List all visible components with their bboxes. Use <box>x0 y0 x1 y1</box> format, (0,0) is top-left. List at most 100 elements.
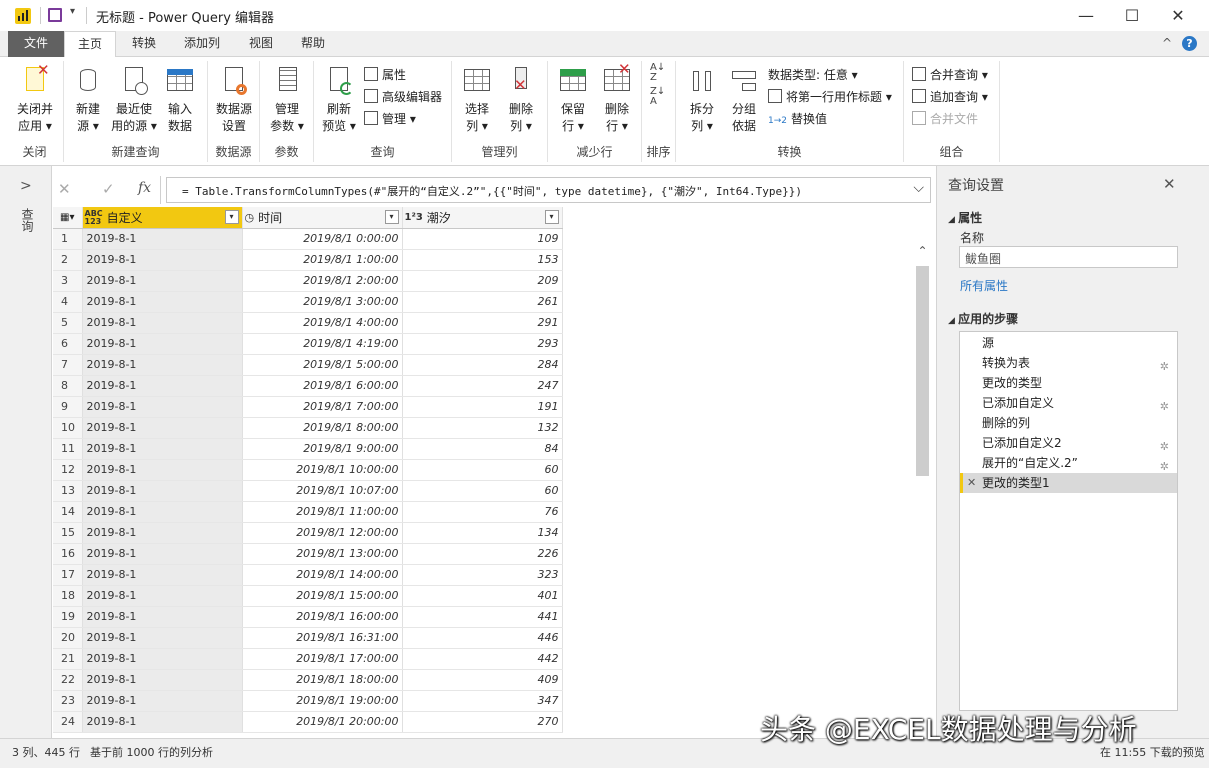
cell-custom[interactable]: 2019-8-1 <box>82 564 243 586</box>
table-row[interactable]: 4 2019-8-1 2019/8/1 3:00:00 261 <box>53 291 563 313</box>
table-row[interactable]: 13 2019-8-1 2019/8/1 10:07:00 60 <box>53 480 563 502</box>
properties-button[interactable]: 属性 <box>364 65 406 85</box>
cell-tide[interactable]: 60 <box>402 459 563 481</box>
cell-tide[interactable]: 446 <box>402 627 563 649</box>
column-header-tide[interactable]: 1²3 潮汐 ▾ <box>402 207 563 229</box>
cell-tide[interactable]: 109 <box>402 228 563 250</box>
cell-custom[interactable]: 2019-8-1 <box>82 711 243 733</box>
expand-queries-icon[interactable]: > <box>20 178 32 194</box>
first-row-headers-button[interactable]: 将第一行用作标题 ▾ <box>768 87 892 107</box>
table-row[interactable]: 6 2019-8-1 2019/8/1 4:19:00 293 <box>53 333 563 355</box>
cell-tide[interactable]: 153 <box>402 249 563 271</box>
keep-rows-button[interactable]: 保留 行 ▾ <box>552 65 594 135</box>
cell-custom[interactable]: 2019-8-1 <box>82 480 243 502</box>
close-button[interactable]: ✕ <box>1155 0 1201 31</box>
scroll-up-icon[interactable]: ⌃ <box>914 244 931 262</box>
cell-custom[interactable]: 2019-8-1 <box>82 585 243 607</box>
cell-time[interactable]: 2019/8/1 15:00:00 <box>242 585 403 607</box>
cell-time[interactable]: 2019/8/1 0:00:00 <box>242 228 403 250</box>
cell-custom[interactable]: 2019-8-1 <box>82 333 243 355</box>
cell-custom[interactable]: 2019-8-1 <box>82 417 243 439</box>
cell-time[interactable]: 2019/8/1 7:00:00 <box>242 396 403 418</box>
manage-button[interactable]: 管理 ▾ <box>364 109 416 129</box>
filter-dropdown-icon[interactable]: ▾ <box>384 210 399 224</box>
cell-time[interactable]: 2019/8/1 16:31:00 <box>242 627 403 649</box>
tab-file[interactable]: 文件 <box>8 31 64 57</box>
close-apply-button[interactable]: ✕ 关闭并 应用 ▾ <box>9 62 61 135</box>
table-row[interactable]: 5 2019-8-1 2019/8/1 4:00:00 291 <box>53 312 563 334</box>
commit-formula-icon[interactable]: ✓ <box>102 180 115 198</box>
table-row[interactable]: 24 2019-8-1 2019/8/1 20:00:00 270 <box>53 711 563 733</box>
choose-columns-button[interactable]: 选择 列 ▾ <box>456 65 498 135</box>
tab-add-column[interactable]: 添加列 <box>172 31 232 57</box>
cell-custom[interactable]: 2019-8-1 <box>82 606 243 628</box>
cell-tide[interactable]: 132 <box>402 417 563 439</box>
delete-step-icon[interactable]: ✕ <box>967 473 976 493</box>
new-source-button[interactable]: 新建 源 ▾ <box>68 65 108 135</box>
collapse-ribbon-icon[interactable]: ^ <box>1162 36 1172 50</box>
table-row[interactable]: 1 2019-8-1 2019/8/1 0:00:00 109 <box>53 228 563 250</box>
cell-custom[interactable]: 2019-8-1 <box>82 312 243 334</box>
cell-custom[interactable]: 2019-8-1 <box>82 438 243 460</box>
cell-time[interactable]: 2019/8/1 3:00:00 <box>242 291 403 313</box>
table-row[interactable]: 15 2019-8-1 2019/8/1 12:00:00 134 <box>53 522 563 544</box>
minimize-button[interactable]: — <box>1063 0 1109 31</box>
applied-steps-section[interactable]: ◢ 应用的步骤 <box>948 310 1018 327</box>
cell-time[interactable]: 2019/8/1 4:19:00 <box>242 333 403 355</box>
cell-tide[interactable]: 270 <box>402 711 563 733</box>
remove-rows-button[interactable]: ✕ 删除 行 ▾ <box>596 61 638 135</box>
sort-descending-icon[interactable]: Z↓ A <box>650 87 665 107</box>
group-by-button[interactable]: 分组 依据 <box>724 65 764 135</box>
cell-time[interactable]: 2019/8/1 20:00:00 <box>242 711 403 733</box>
cell-time[interactable]: 2019/8/1 12:00:00 <box>242 522 403 544</box>
cell-custom[interactable]: 2019-8-1 <box>82 228 243 250</box>
cell-time[interactable]: 2019/8/1 8:00:00 <box>242 417 403 439</box>
table-menu-icon[interactable]: ▦▾ <box>53 207 83 229</box>
cell-custom[interactable]: 2019-8-1 <box>82 501 243 523</box>
applied-step[interactable]: 已添加自定义2 ✲ <box>960 433 1177 453</box>
cell-tide[interactable]: 76 <box>402 501 563 523</box>
manage-parameters-button[interactable]: 管理 参数 ▾ <box>263 65 311 135</box>
combine-files-button[interactable]: 合并文件 <box>912 109 978 129</box>
tab-help[interactable]: 帮助 <box>288 31 338 57</box>
maximize-button[interactable]: ☐ <box>1109 0 1155 31</box>
cell-tide[interactable]: 209 <box>402 270 563 292</box>
cell-custom[interactable]: 2019-8-1 <box>82 291 243 313</box>
cell-custom[interactable]: 2019-8-1 <box>82 690 243 712</box>
cell-time[interactable]: 2019/8/1 1:00:00 <box>242 249 403 271</box>
advanced-editor-button[interactable]: 高级编辑器 <box>364 87 442 107</box>
table-row[interactable]: 16 2019-8-1 2019/8/1 13:00:00 226 <box>53 543 563 565</box>
cell-tide[interactable]: 226 <box>402 543 563 565</box>
properties-section[interactable]: ◢ 属性 <box>948 209 982 226</box>
table-row[interactable]: 19 2019-8-1 2019/8/1 16:00:00 441 <box>53 606 563 628</box>
cell-custom[interactable]: 2019-8-1 <box>82 459 243 481</box>
scrollbar-thumb[interactable] <box>916 266 929 476</box>
enter-data-button[interactable]: 输入 数据 <box>160 65 200 135</box>
cell-time[interactable]: 2019/8/1 11:00:00 <box>242 501 403 523</box>
cell-custom[interactable]: 2019-8-1 <box>82 669 243 691</box>
cell-custom[interactable]: 2019-8-1 <box>82 249 243 271</box>
cell-tide[interactable]: 442 <box>402 648 563 670</box>
table-row[interactable]: 12 2019-8-1 2019/8/1 10:00:00 60 <box>53 459 563 481</box>
cell-custom[interactable]: 2019-8-1 <box>82 354 243 376</box>
applied-step[interactable]: ✕ 更改的类型1 <box>960 473 1177 493</box>
cell-tide[interactable]: 291 <box>402 312 563 334</box>
cell-time[interactable]: 2019/8/1 19:00:00 <box>242 690 403 712</box>
cell-tide[interactable]: 84 <box>402 438 563 460</box>
cell-time[interactable]: 2019/8/1 6:00:00 <box>242 375 403 397</box>
cell-tide[interactable]: 293 <box>402 333 563 355</box>
column-profiling-status[interactable]: 基于前 1000 行的列分析 <box>90 744 213 760</box>
cell-time[interactable]: 2019/8/1 10:07:00 <box>242 480 403 502</box>
merge-queries-button[interactable]: 合并查询 ▾ <box>912 65 988 85</box>
table-row[interactable]: 9 2019-8-1 2019/8/1 7:00:00 191 <box>53 396 563 418</box>
datetime-type-icon[interactable]: ◷ <box>245 212 255 223</box>
cell-tide[interactable]: 347 <box>402 690 563 712</box>
cell-tide[interactable]: 247 <box>402 375 563 397</box>
any-type-icon[interactable]: ABC 123 <box>85 210 103 226</box>
table-row[interactable]: 14 2019-8-1 2019/8/1 11:00:00 76 <box>53 501 563 523</box>
tab-transform[interactable]: 转换 <box>118 31 170 57</box>
cell-tide[interactable]: 134 <box>402 522 563 544</box>
formula-input[interactable]: = Table.TransformColumnTypes(#"展开的“自定义.2… <box>166 177 931 203</box>
table-row[interactable]: 7 2019-8-1 2019/8/1 5:00:00 284 <box>53 354 563 376</box>
table-row[interactable]: 10 2019-8-1 2019/8/1 8:00:00 132 <box>53 417 563 439</box>
